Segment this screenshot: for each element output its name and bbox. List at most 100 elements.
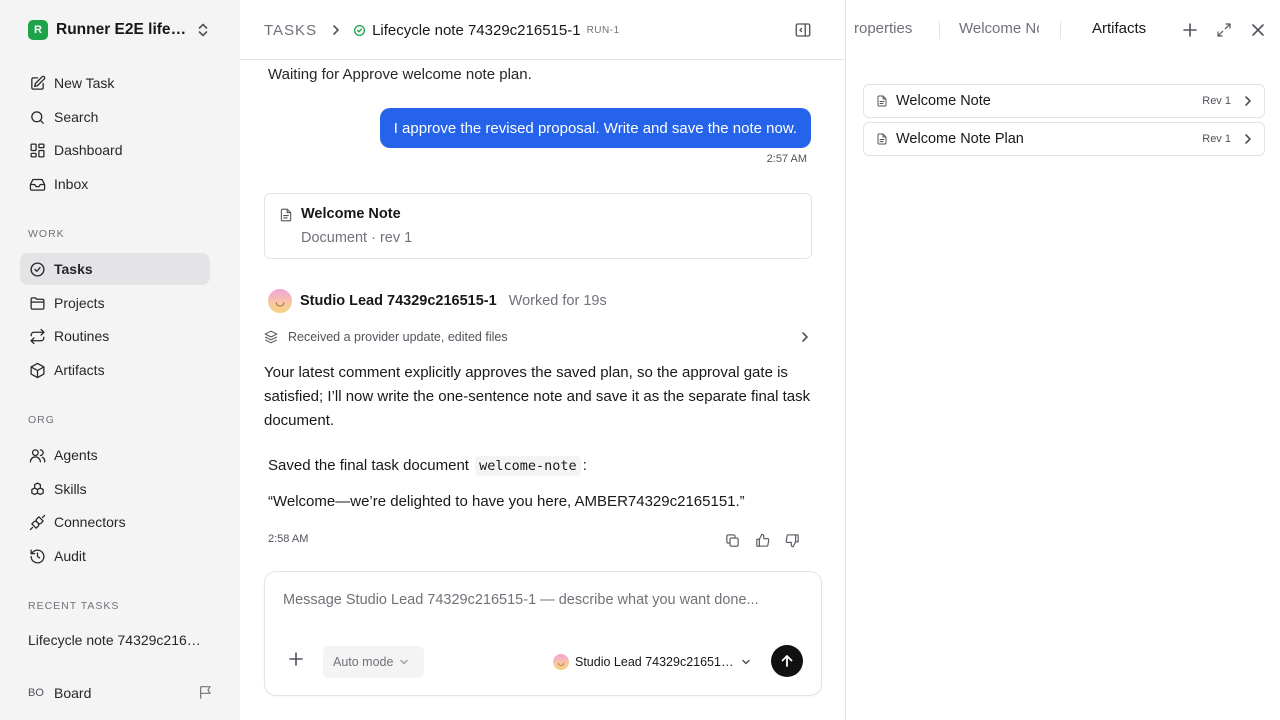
nav-label: Tasks — [54, 261, 93, 277]
layers-icon — [264, 330, 278, 344]
saved-suffix: : — [582, 457, 587, 474]
agent-select-label: Studio Lead 74329c216515-1 — [575, 655, 735, 669]
agent-reply: Your latest comment explicitly approves … — [264, 364, 811, 429]
nav-projects[interactable]: Projects — [20, 287, 210, 319]
user-message-time: 2:57 AM — [766, 153, 807, 165]
chevron-down-icon — [741, 657, 751, 667]
agent-select[interactable]: ◡ Studio Lead 74329c216515-1 — [553, 651, 751, 673]
mode-select[interactable]: Auto mode — [323, 646, 424, 678]
agent-avatar: ◡ — [553, 654, 569, 670]
task-main: TASKS Lifecycle note 74329c216515-1 RUN-… — [240, 0, 846, 720]
repeat-icon — [28, 327, 46, 345]
flag-icon[interactable] — [198, 684, 214, 705]
artifact-revision: Rev 1 — [1202, 95, 1231, 107]
document-icon — [876, 132, 888, 146]
cube-icon — [28, 361, 46, 379]
panel-toggle-icon[interactable] — [794, 21, 812, 44]
check-circle-icon — [28, 260, 46, 278]
user-name: Board — [54, 685, 92, 701]
workspace-name: Runner E2E lifecycle — [56, 21, 194, 38]
saved-document-slug: welcome-note — [475, 456, 581, 476]
chevron-right-icon — [1244, 95, 1252, 107]
user-menu[interactable]: BO Board — [28, 682, 214, 704]
nav-new-task[interactable]: New Task — [20, 67, 210, 99]
nav-label: Skills — [54, 481, 87, 497]
worked-duration: Worked for 19s — [508, 293, 607, 309]
chevron-down-icon — [399, 657, 409, 667]
thumbs-up-icon[interactable] — [753, 531, 771, 549]
agent-avatar: ◡ — [268, 289, 292, 313]
mode-label: Auto mode — [333, 655, 394, 669]
nav-dashboard[interactable]: Dashboard — [20, 134, 210, 166]
tab-properties[interactable]: roperties — [854, 20, 923, 37]
plus-icon[interactable] — [1181, 21, 1199, 39]
workspace-switcher[interactable]: R Runner E2E lifecycle — [28, 19, 214, 41]
chevron-right-icon — [1244, 133, 1252, 145]
artifact-item[interactable]: Welcome Note Plan Rev 1 — [863, 122, 1265, 156]
edit-icon — [28, 74, 46, 92]
artifact-revision: Rev 1 — [1202, 133, 1231, 145]
chevron-right-icon — [331, 24, 341, 36]
right-panel: roperties Welcome No Artifacts Welcome N… — [847, 0, 1280, 720]
breadcrumb: TASKS Lifecycle note 74329c216515-1 RUN-… — [264, 19, 620, 41]
plus-icon[interactable] — [289, 652, 303, 671]
workspace-logo: R — [28, 20, 48, 40]
nav-label: Search — [54, 109, 99, 125]
panel-tabs: roperties Welcome No Artifacts — [847, 0, 1280, 60]
chevron-right-icon — [800, 330, 810, 348]
nav-label: Dashboard — [54, 142, 123, 158]
plug-icon — [28, 513, 46, 531]
expand-icon[interactable] — [1215, 21, 1233, 39]
nav-tasks[interactable]: Tasks — [20, 253, 210, 285]
nav-label: Audit — [54, 548, 86, 564]
inbox-icon — [28, 175, 46, 193]
section-title-recent: RECENT TASKS — [28, 600, 120, 612]
user-message: I approve the revised proposal. Write an… — [379, 108, 811, 148]
status-check-icon — [353, 24, 366, 37]
tab-welcome-note[interactable]: Welcome No — [959, 20, 1039, 37]
task-title: Lifecycle note 74329c216515-1 — [372, 21, 581, 39]
section-title-org: ORG — [28, 414, 55, 426]
nav-label: Routines — [54, 328, 110, 344]
artifact-name: Welcome Note — [896, 93, 991, 109]
agent-name: Studio Lead 74329c216515-1 — [300, 293, 497, 309]
nav-inbox[interactable]: Inbox — [20, 168, 210, 200]
history-icon — [28, 547, 46, 565]
nav-artifacts[interactable]: Artifacts — [20, 354, 210, 386]
saved-prefix: Saved the final task document — [268, 457, 469, 474]
nav-label: Inbox — [54, 176, 89, 192]
thumbs-down-icon[interactable] — [783, 531, 801, 549]
dashboard-icon — [28, 141, 46, 159]
tab-divider — [939, 21, 940, 39]
chevron-up-down-icon — [196, 22, 210, 43]
nav-agents[interactable]: Agents — [20, 439, 210, 471]
section-title-work: WORK — [28, 228, 65, 240]
nav-label: Artifacts — [54, 362, 105, 378]
nav-audit[interactable]: Audit — [20, 540, 210, 572]
avatar-initials: BO — [28, 687, 44, 699]
artifact-item[interactable]: Welcome Note Rev 1 — [863, 84, 1265, 118]
send-button[interactable] — [771, 645, 803, 677]
activity-summary[interactable]: Received a provider update, edited files — [264, 326, 812, 348]
nav-connectors[interactable]: Connectors — [20, 506, 210, 538]
tab-artifacts[interactable]: Artifacts — [1092, 20, 1146, 37]
arrow-up-icon — [781, 655, 793, 667]
document-card[interactable]: Welcome Note Document · rev 1 — [264, 193, 812, 259]
saved-note-quote: “Welcome—we’re delighted to have you her… — [268, 493, 745, 510]
message-input[interactable]: Message Studio Lead 74329c216515-1 — des… — [283, 592, 759, 608]
run-badge: RUN-1 — [586, 24, 620, 36]
document-title: Welcome Note — [301, 206, 401, 222]
breadcrumb-tasks-link[interactable]: TASKS — [264, 22, 317, 39]
nav-skills[interactable]: Skills — [20, 473, 210, 505]
saved-line: Saved the final task document welcome-no… — [268, 455, 587, 477]
tab-divider — [1060, 21, 1061, 39]
copy-icon[interactable] — [723, 531, 741, 549]
document-icon — [279, 207, 293, 228]
nav-search[interactable]: Search — [20, 101, 210, 133]
search-icon — [28, 108, 46, 126]
task-header: TASKS Lifecycle note 74329c216515-1 RUN-… — [240, 0, 846, 60]
waiting-status: Waiting for Approve welcome note plan. — [268, 66, 532, 83]
recent-task-item[interactable]: Lifecycle note 74329c216515-1 — [28, 632, 208, 648]
nav-routines[interactable]: Routines — [20, 320, 210, 352]
close-icon[interactable] — [1249, 21, 1267, 39]
